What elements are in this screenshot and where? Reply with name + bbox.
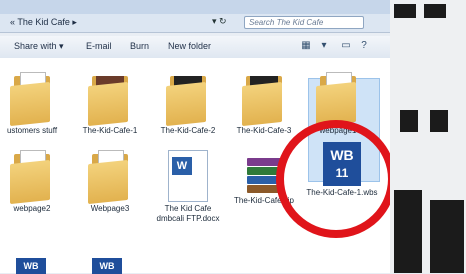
- file-label: webpage2: [13, 204, 51, 213]
- view-options-icon[interactable]: ▦: [300, 40, 312, 52]
- file-item[interactable]: ustomers stuff: [0, 72, 68, 136]
- webplus-file-icon[interactable]: WB: [92, 258, 122, 274]
- desktop-icon: [400, 110, 418, 132]
- folder-icon: [242, 72, 286, 127]
- file-item[interactable]: The-Kid-Cafe-2: [152, 72, 224, 136]
- background-shape: [394, 190, 422, 273]
- new-folder-button[interactable]: New folder: [168, 41, 211, 51]
- toolbar: Share with ▾ E-mail Burn New folder ▦ ▾ …: [0, 36, 390, 59]
- refresh-icon[interactable]: ▾ ↻: [212, 16, 234, 28]
- address-bar[interactable]: « The Kid Cafe ▸ ▾ ↻ Search The Kid Cafe: [0, 14, 390, 33]
- file-label: The-Kid-Cafe-1: [82, 126, 138, 135]
- folder-icon: [316, 72, 360, 127]
- file-item[interactable]: webpage2: [0, 150, 68, 214]
- desktop-icon: [430, 110, 448, 132]
- highlight-circle: [276, 120, 396, 238]
- window-title-bar: [0, 0, 390, 14]
- breadcrumb[interactable]: « The Kid Cafe ▸: [10, 17, 77, 28]
- email-button[interactable]: E-mail: [86, 41, 112, 51]
- desktop-icon: [424, 4, 446, 18]
- preview-pane-icon[interactable]: ▭: [340, 40, 352, 52]
- chevron-down-icon[interactable]: ▾: [318, 40, 330, 52]
- folder-icon: [88, 150, 132, 205]
- file-label: Webpage3: [90, 204, 130, 213]
- folder-icon: [10, 150, 54, 205]
- desktop-icon: [394, 4, 416, 18]
- burn-button[interactable]: Burn: [130, 41, 149, 51]
- file-item[interactable]: Webpage3: [74, 150, 146, 214]
- file-label: The-Kid-Cafe-2: [160, 126, 216, 135]
- folder-icon: [166, 72, 210, 127]
- background-shape: [430, 200, 464, 273]
- partial-row: WB WB: [0, 250, 390, 274]
- folder-icon: [88, 72, 132, 127]
- help-icon[interactable]: ?: [358, 40, 370, 52]
- file-item[interactable]: W The Kid Cafe dmbcali FTP.docx: [152, 150, 224, 224]
- search-input[interactable]: Search The Kid Cafe: [244, 16, 364, 29]
- file-label: The Kid Cafe dmbcali FTP.docx: [156, 204, 220, 223]
- share-with-button[interactable]: Share with ▾: [14, 41, 64, 52]
- folder-icon: [10, 72, 54, 127]
- file-label: ustomers stuff: [6, 126, 58, 135]
- file-label: The-Kid-Cafe-3: [236, 126, 292, 135]
- word-document-icon: W: [168, 150, 208, 202]
- background-window: [390, 0, 466, 273]
- file-item[interactable]: The-Kid-Cafe-1: [74, 72, 146, 136]
- search-placeholder: Search The Kid Cafe: [249, 18, 324, 27]
- webplus-file-icon[interactable]: WB: [16, 258, 46, 274]
- file-item[interactable]: The-Kid-Cafe-3: [228, 72, 300, 136]
